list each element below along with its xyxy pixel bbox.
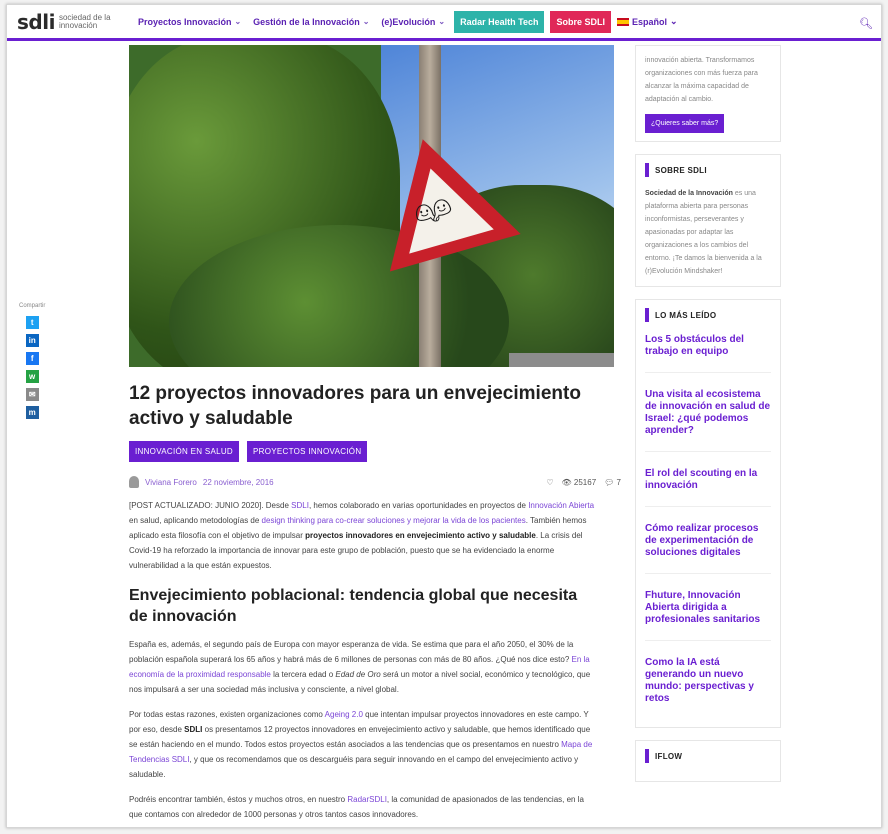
share-bar: Compartir t in f w ✉ m <box>19 303 45 419</box>
site-header: sdli sociedad de la innovación Proyectos… <box>7 5 881 41</box>
about-widget: SOBRE SDLI Sociedad de la Innovación es … <box>635 154 781 287</box>
most-read-widget: LO MÁS LEÍDO Los 5 obstáculos del trabaj… <box>635 299 781 728</box>
nav-proyectos[interactable]: Proyectos Innovación ⌄ <box>135 17 244 27</box>
ageing-link[interactable]: Ageing 2.0 <box>325 710 363 719</box>
article: 👫︎ 12 proyectos innovadores para un enve… <box>129 45 621 822</box>
about-bold: Sociedad de la Innovación <box>645 190 733 197</box>
design-thinking-link[interactable]: design thinking para co-crear soluciones… <box>262 516 526 525</box>
tag-proyectos-innovacion[interactable]: PROYECTOS INNOVACIÓN <box>247 441 368 462</box>
hero-image: 👫︎ <box>129 45 614 367</box>
text: Por todas estas razones, existen organiz… <box>129 710 325 719</box>
text: en salud, aplicando metodologías de <box>129 516 262 525</box>
paragraph-2: España es, además, el segundo país de Eu… <box>129 637 599 697</box>
comments-value: 7 <box>616 477 621 487</box>
twitter-icon[interactable]: t <box>25 316 39 329</box>
most-read-item[interactable]: Cómo realizar procesos de experimentació… <box>645 521 771 574</box>
nav-label: (e)Evolución <box>381 16 436 27</box>
paragraph-intro: [POST ACTUALIZADO: JUNIO 2020]. Desde SD… <box>129 498 599 573</box>
post-date: 22 noviembre, 2016 <box>202 477 274 487</box>
views-count: 👁︎ 25167 <box>561 477 597 487</box>
email-icon[interactable]: ✉ <box>25 388 39 401</box>
text: es una plataforma abierta para personas … <box>645 190 762 275</box>
facebook-icon[interactable]: f <box>25 352 39 365</box>
chevron-down-icon: ⌄ <box>234 17 242 26</box>
nav-sobre-button[interactable]: Sobre SDLI <box>550 10 611 33</box>
paragraph-4: Podréis encontrar también, éstos y mucho… <box>129 792 599 822</box>
most-read-item[interactable]: Fhuture, Innovación Abierta dirigida a p… <box>645 588 771 641</box>
radar-link[interactable]: RadarSDLI <box>347 795 387 804</box>
section-heading: Envejecimiento poblacional: tendencia gl… <box>129 587 578 625</box>
nav-radar-button[interactable]: Radar Health Tech <box>454 10 545 33</box>
site-logo[interactable]: sdli sociedad de la innovación <box>17 10 121 34</box>
linkedin-icon[interactable]: in <box>25 334 39 347</box>
paragraph-3: Por todas estas razones, existen organiz… <box>129 707 599 782</box>
page: sdli sociedad de la innovación Proyectos… <box>6 4 882 828</box>
iflow-title: IFLOW <box>655 751 683 761</box>
about-text: Sociedad de la Innovación es una platafo… <box>645 187 771 278</box>
most-read-item[interactable]: El rol del scouting en la innovación <box>645 466 771 507</box>
language-label: Español <box>632 16 668 27</box>
nav-evolucion[interactable]: (e)Evolución ⌄ <box>378 17 448 27</box>
article-meta: Viviana Forero 22 noviembre, 2016 ♡ 👁︎ 2… <box>129 476 621 488</box>
chevron-down-icon: ⌄ <box>438 17 446 26</box>
text: España es, además, el segundo país de Eu… <box>129 640 574 664</box>
flag-icon <box>617 17 629 26</box>
promo-text: innovación abierta. Transformamos organi… <box>645 57 758 103</box>
meneame-icon[interactable]: m <box>25 406 39 419</box>
most-read-item[interactable]: Una visita al ecosistema de innovación e… <box>645 387 771 452</box>
sdli-link[interactable]: SDLI <box>291 501 309 510</box>
views-value: 25167 <box>573 477 597 487</box>
bold-text: SDLI <box>184 725 203 734</box>
bold-text: proyectos innovadores en envejecimiento … <box>305 531 536 540</box>
text: , y que os recomendamos que os descargué… <box>129 755 579 779</box>
text: Podréis encontrar también, éstos y mucho… <box>129 795 348 804</box>
search-icon[interactable]: 🔍︎ <box>859 17 873 30</box>
tag-innovacion-salud[interactable]: INNOVACIÓN EN SALUD <box>129 441 240 462</box>
text: [POST ACTUALIZADO: JUNIO 2020]. Desde <box>129 501 292 510</box>
avatar <box>129 476 139 488</box>
nav-label: Gestión de la Innovación <box>253 16 360 27</box>
nav-gestion[interactable]: Gestión de la Innovación ⌄ <box>250 17 372 27</box>
chevron-down-icon: ⌄ <box>670 16 678 26</box>
most-read-title: LO MÁS LEÍDO <box>655 310 717 320</box>
chevron-down-icon: ⌄ <box>362 17 370 26</box>
sidebar: innovación abierta. Transformamos organi… <box>635 45 781 794</box>
author-link[interactable]: Viviana Forero <box>145 478 197 487</box>
text: la tercera edad o <box>270 670 336 679</box>
logo-mark: sdli <box>17 9 55 34</box>
about-title: SOBRE SDLI <box>655 165 707 175</box>
promo-button[interactable]: ¿Quieres saber más? <box>645 114 725 133</box>
share-label: Compartir <box>19 303 46 309</box>
open-innovation-link[interactable]: Innovación Abierta <box>528 501 594 510</box>
article-title: 12 proyectos innovadores para un envejec… <box>129 383 581 429</box>
comments-count[interactable]: 💬︎ 7 <box>604 478 621 487</box>
post-stats: ♡ 👁︎ 25167 💬︎ 7 <box>546 478 621 487</box>
iflow-widget: IFLOW <box>635 740 781 782</box>
whatsapp-icon[interactable]: w <box>25 370 39 383</box>
text: , hemos colaborado en varias oportunidad… <box>308 501 529 510</box>
most-read-item[interactable]: Los 5 obstáculos del trabajo en equipo <box>645 332 771 373</box>
heart-icon[interactable]: ♡ <box>546 478 553 487</box>
main-nav: Proyectos Innovación ⌄ Gestión de la Inn… <box>135 10 678 33</box>
most-read-item[interactable]: Como la IA está generando un nuevo mundo… <box>645 655 771 719</box>
logo-text: sociedad de la innovación <box>58 12 111 30</box>
nav-label: Proyectos Innovación <box>137 16 232 27</box>
language-selector[interactable]: Español ⌄ <box>617 16 678 27</box>
promo-widget: innovación abierta. Transformamos organi… <box>635 45 781 142</box>
article-tags: INNOVACIÓN EN SALUD PROYECTOS INNOVACIÓN <box>129 441 621 462</box>
italic-text: Edad de Oro <box>335 670 381 679</box>
